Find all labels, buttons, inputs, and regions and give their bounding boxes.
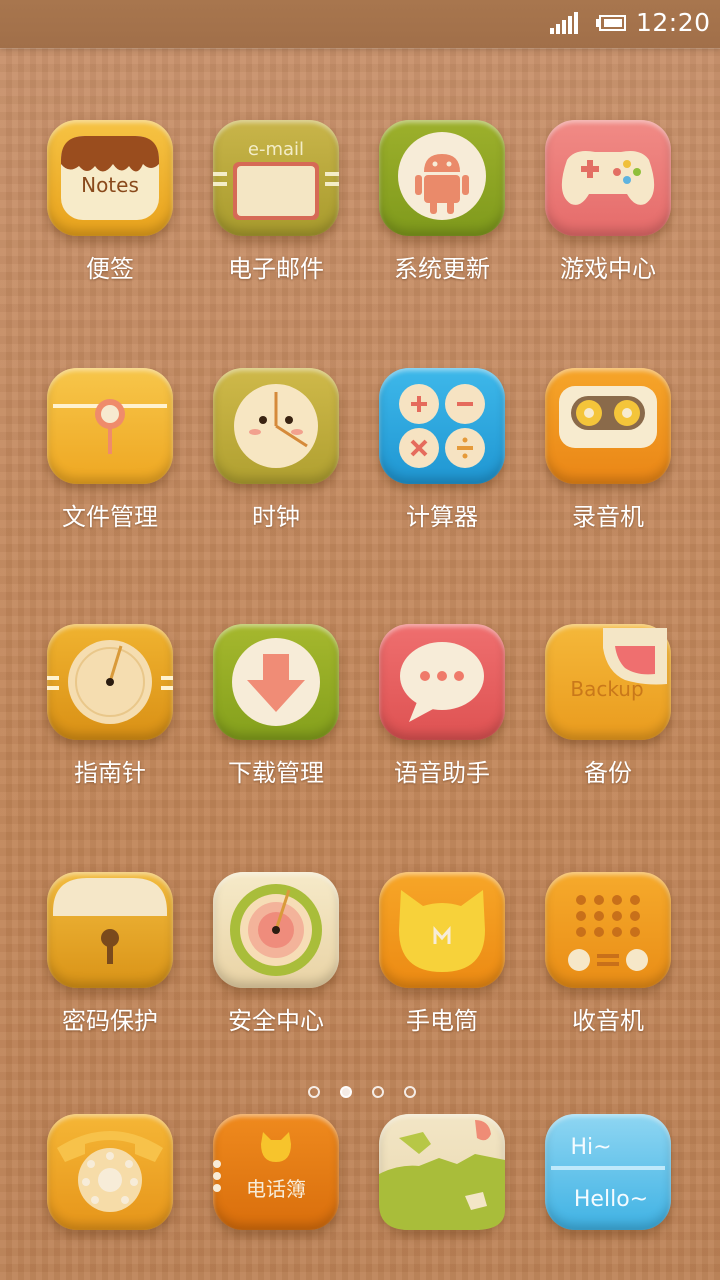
app-label: 时钟 <box>252 503 300 531</box>
app-label: 电子邮件 <box>228 255 324 283</box>
page-dot[interactable] <box>308 1086 320 1098</box>
app-label: 计算器 <box>406 503 478 531</box>
app-label: 语音助手 <box>394 759 490 787</box>
signal-icon <box>550 12 578 34</box>
recorder-icon <box>545 368 671 484</box>
app-recorder[interactable]: 录音机 <box>524 368 692 568</box>
telephone-icon <box>47 1114 173 1230</box>
app-game-center[interactable]: 游戏中心 <box>524 120 692 320</box>
app-compass[interactable]: 指南针 <box>26 624 194 824</box>
app-label: 录音机 <box>572 503 644 531</box>
app-label: 指南针 <box>74 759 146 787</box>
app-password-protect[interactable]: 密码保护 <box>26 872 194 1072</box>
messages-icon: Hi~ Hello~ <box>545 1114 671 1230</box>
backup-icon: Backup <box>545 624 671 740</box>
app-voice-assistant[interactable]: 语音助手 <box>358 624 526 824</box>
download-icon <box>213 624 339 740</box>
gamepad-icon <box>545 120 671 236</box>
app-label: 下载管理 <box>228 759 324 787</box>
app-notes[interactable]: Notes 便签 <box>26 120 194 320</box>
page-indicator <box>304 1084 416 1102</box>
battery-icon <box>596 15 626 31</box>
app-backup[interactable]: Backup 备份 <box>524 624 692 824</box>
app-flashlight[interactable]: 手电筒 <box>358 872 526 1072</box>
globe-icon <box>379 1114 505 1230</box>
calculator-icon <box>379 368 505 484</box>
app-label: 手电筒 <box>406 1007 478 1035</box>
app-label: 游戏中心 <box>560 255 656 283</box>
folder-icon <box>47 368 173 484</box>
app-file-manager[interactable]: 文件管理 <box>26 368 194 568</box>
app-calculator[interactable]: 计算器 <box>358 368 526 568</box>
page-dot[interactable] <box>372 1086 384 1098</box>
app-security-center[interactable]: 安全中心 <box>192 872 360 1072</box>
radar-icon <box>213 872 339 988</box>
app-label: 备份 <box>584 759 632 787</box>
compass-icon <box>47 624 173 740</box>
app-label: 系统更新 <box>394 255 490 283</box>
app-download-manager[interactable]: 下载管理 <box>192 624 360 824</box>
dock-messages[interactable]: Hi~ Hello~ <box>524 1114 692 1238</box>
app-label: 密码保护 <box>62 1007 158 1035</box>
app-email[interactable]: e-mail 电子邮件 <box>192 120 360 320</box>
radio-icon <box>545 872 671 988</box>
android-icon <box>379 120 505 236</box>
page-dot[interactable] <box>404 1086 416 1098</box>
notes-icon-text: Notes <box>81 173 139 197</box>
clock-icon <box>213 368 339 484</box>
app-system-update[interactable]: 系统更新 <box>358 120 526 320</box>
page-dot-active[interactable] <box>340 1086 352 1098</box>
backup-icon-text: Backup <box>570 677 643 701</box>
app-clock[interactable]: 时钟 <box>192 368 360 568</box>
app-radio[interactable]: 收音机 <box>524 872 692 1072</box>
speech-bubble-icon <box>379 624 505 740</box>
messages-icon-text-top: Hi~ <box>570 1135 611 1160</box>
app-label: 文件管理 <box>62 503 158 531</box>
email-icon: e-mail <box>213 120 339 236</box>
dock-contacts[interactable]: 电话簿 <box>192 1114 360 1238</box>
notes-icon: Notes <box>47 120 173 236</box>
app-label: 收音机 <box>572 1007 644 1035</box>
flashlight-cat-icon <box>379 872 505 988</box>
app-label: 安全中心 <box>228 1007 324 1035</box>
dock-phone[interactable] <box>26 1114 194 1238</box>
status-time: 12:20 <box>636 8 711 37</box>
app-label: 便签 <box>86 255 134 283</box>
dock-browser[interactable] <box>358 1114 526 1238</box>
status-bar: 12:20 <box>0 0 720 48</box>
email-icon-text: e-mail <box>248 139 304 160</box>
contacts-book-icon: 电话簿 <box>213 1114 339 1230</box>
lock-icon <box>47 872 173 988</box>
messages-icon-text-bottom: Hello~ <box>574 1187 648 1212</box>
contacts-icon-text: 电话簿 <box>246 1177 306 1201</box>
